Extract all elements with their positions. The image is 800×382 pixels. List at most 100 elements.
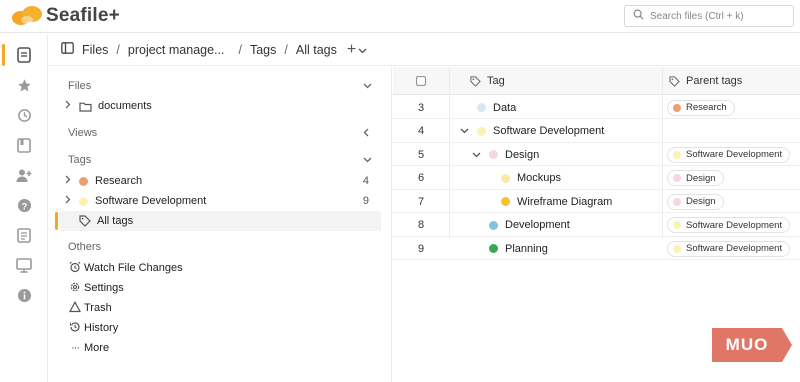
- tag-column-header[interactable]: Tag: [470, 67, 505, 95]
- tag-name-cell[interactable]: Data: [457, 96, 516, 119]
- table-row[interactable]: 4 Software Development: [393, 120, 800, 143]
- tag-icon: [79, 215, 91, 227]
- parent-tag-pill[interactable]: Software Development: [667, 240, 791, 257]
- tag-name-cell[interactable]: Planning: [469, 237, 548, 260]
- table-row[interactable]: 9 Planning Software Development: [393, 237, 800, 260]
- tag-color-dot: [477, 103, 486, 112]
- sidebar-item-history[interactable]: History: [68, 319, 118, 337]
- folder-icon: [79, 101, 92, 112]
- row-index: 7: [417, 195, 425, 208]
- parent-tag-label: Design: [686, 172, 716, 184]
- sidebar-item-label: All tags: [97, 215, 134, 227]
- tag-name: Wireframe Diagram: [517, 195, 613, 208]
- parent-tags-cell[interactable]: Design: [667, 190, 724, 213]
- chevron-right-icon[interactable]: [65, 100, 79, 112]
- monitor-icon[interactable]: [13, 254, 35, 276]
- notes-icon[interactable]: [13, 224, 35, 246]
- tag-color-dot: [673, 221, 681, 229]
- tag-name-cell[interactable]: Wireframe Diagram: [481, 190, 612, 213]
- others-section-title: Others: [68, 241, 102, 253]
- chevron-left-icon[interactable]: [363, 128, 369, 140]
- chevron-down-icon[interactable]: [363, 155, 372, 166]
- activities-icon[interactable]: [13, 104, 35, 126]
- wiki-icon[interactable]: [13, 134, 35, 156]
- breadcrumb-files[interactable]: Files: [82, 43, 108, 57]
- parent-tag-pill[interactable]: Software Development: [667, 217, 791, 233]
- table-row[interactable]: 7 Wireframe Diagram Design: [393, 190, 800, 213]
- sidebar-toggle-icon[interactable]: [61, 42, 74, 57]
- tag-color-dot: [79, 196, 88, 206]
- parent-tag-pill[interactable]: Design: [667, 193, 724, 210]
- breadcrumb-tags[interactable]: Tags: [250, 43, 276, 57]
- chevron-down-icon[interactable]: [469, 152, 483, 158]
- table-row[interactable]: 3 Data Research: [393, 96, 800, 119]
- rail-active-indicator: [2, 44, 5, 66]
- sidebar-item-all-tags[interactable]: All tags: [59, 211, 381, 231]
- parent-tags-cell[interactable]: Software Development: [667, 143, 791, 166]
- search-input[interactable]: Search files (Ctrl + k): [624, 5, 794, 27]
- more-icon: ···: [71, 342, 80, 354]
- tag-name-cell[interactable]: Development: [469, 214, 570, 237]
- parent-tag-pill[interactable]: Software Development: [667, 146, 791, 163]
- tag-color-dot: [477, 126, 486, 136]
- parent-tags-column-header[interactable]: Parent tags: [669, 67, 742, 95]
- chevron-down-icon[interactable]: [358, 43, 367, 57]
- tag-name-cell[interactable]: Mockups: [481, 167, 561, 190]
- table-row[interactable]: 8 Development Software Development: [393, 214, 800, 237]
- tag-color-dot: [501, 173, 510, 183]
- muo-watermark-arrow: [782, 328, 792, 362]
- row-index: 4: [417, 125, 425, 137]
- parent-tag-pill[interactable]: Research: [667, 99, 735, 116]
- seafile-logo-icon: [10, 5, 44, 27]
- parent-tags-column-label: Parent tags: [686, 75, 743, 87]
- chevron-down-icon[interactable]: [363, 81, 372, 92]
- parent-tag-pill[interactable]: Design: [667, 170, 724, 186]
- table-row[interactable]: 5 Design Software Development: [393, 143, 800, 166]
- tag-color-dot: [673, 150, 681, 159]
- parent-tag-label: Software Development: [686, 219, 783, 231]
- sidebar-item-watch-file-changes[interactable]: Watch File Changes: [68, 259, 183, 277]
- add-user-icon[interactable]: [13, 164, 35, 186]
- sidebar-item-settings[interactable]: Settings: [68, 279, 124, 297]
- tag-name-cell[interactable]: Software Development: [457, 120, 604, 143]
- table-header: Tag Parent tags: [393, 67, 800, 95]
- sidebar-item-tag-software-development[interactable]: Software Development 9: [59, 191, 381, 211]
- row-index: 5: [417, 148, 425, 161]
- row-index: 6: [417, 172, 425, 184]
- history-icon: [68, 321, 82, 336]
- select-all-checkbox[interactable]: [416, 67, 426, 95]
- parent-tag-label: Design: [686, 196, 716, 207]
- files-nav-icon[interactable]: [13, 44, 35, 66]
- tag-name: Data: [493, 101, 517, 114]
- chevron-down-icon[interactable]: [457, 128, 471, 134]
- starred-icon[interactable]: [13, 74, 35, 96]
- parent-tags-cell[interactable]: Design: [667, 167, 724, 190]
- tag-color-dot: [489, 150, 498, 159]
- files-section-title: Files: [68, 80, 92, 92]
- top-header: Seafile+ Search files (Ctrl + k): [0, 0, 800, 33]
- tag-column-label: Tag: [487, 75, 505, 87]
- parent-tags-cell[interactable]: Software Development: [667, 214, 791, 237]
- sidebar-item-label: Watch File Changes: [84, 262, 183, 274]
- sidebar-item-tag-research[interactable]: Research 4: [59, 171, 381, 191]
- sidebar-item-label: Research: [95, 175, 143, 187]
- tag-color-dot: [501, 197, 510, 206]
- breadcrumb-separator: /: [116, 42, 120, 57]
- seafile-logo[interactable]: Seafile+: [10, 4, 120, 28]
- side-panel: Files documents Views Tags Research 4 So…: [49, 67, 392, 382]
- chevron-right-icon[interactable]: [65, 175, 79, 187]
- info-icon[interactable]: [13, 284, 35, 306]
- parent-tags-cell[interactable]: Software Development: [667, 237, 791, 260]
- tag-name: Software Development: [493, 125, 605, 137]
- chevron-right-icon[interactable]: [65, 195, 79, 207]
- add-tag-icon[interactable]: +: [347, 41, 356, 59]
- parent-tags-cell[interactable]: Research: [667, 96, 735, 119]
- sidebar-item-trash[interactable]: Trash: [68, 299, 112, 317]
- tag-name-cell[interactable]: Design: [469, 143, 539, 166]
- breadcrumb-project[interactable]: project manage...: [128, 43, 225, 57]
- help-icon[interactable]: ?: [13, 194, 35, 216]
- table-row[interactable]: 6 Mockups Design: [393, 167, 800, 190]
- search-placeholder: Search files (Ctrl + k): [650, 10, 744, 22]
- sidebar-item-more[interactable]: ··· More: [68, 339, 109, 357]
- sidebar-item-documents[interactable]: documents: [59, 96, 381, 116]
